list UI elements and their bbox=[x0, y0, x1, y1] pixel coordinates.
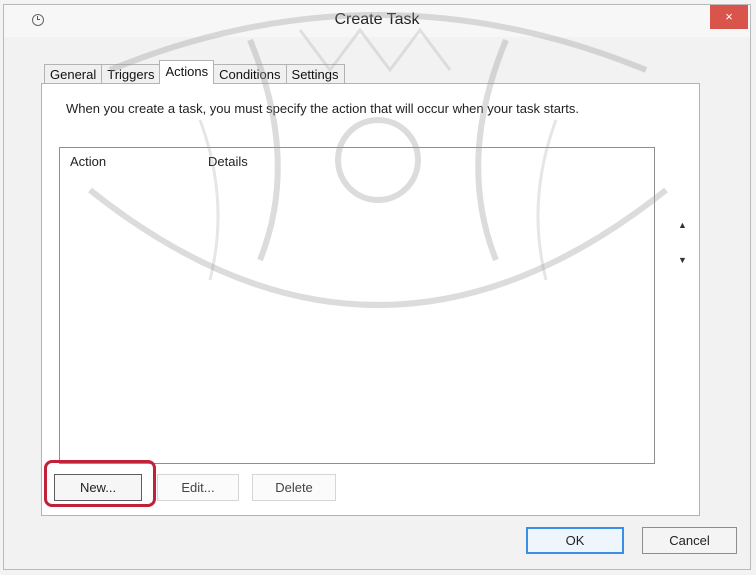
tab-general[interactable]: General bbox=[44, 64, 103, 84]
ok-button[interactable]: OK bbox=[526, 527, 624, 554]
tab-settings[interactable]: Settings bbox=[285, 64, 345, 84]
cancel-button[interactable]: Cancel bbox=[642, 527, 737, 554]
actions-tab-panel: When you create a task, you must specify… bbox=[41, 83, 700, 516]
close-button[interactable]: × bbox=[710, 5, 748, 29]
new-action-button[interactable]: New... bbox=[54, 474, 142, 501]
tab-triggers[interactable]: Triggers bbox=[101, 64, 161, 84]
window-title: Create Task bbox=[334, 11, 420, 28]
action-list[interactable]: Action Details bbox=[59, 147, 655, 464]
tab-actions[interactable]: Actions bbox=[159, 60, 215, 84]
instruction-text: When you create a task, you must specify… bbox=[66, 101, 580, 116]
tab-strip: General Triggers Actions Conditions Sett… bbox=[44, 60, 345, 84]
title-bar: Create Task × bbox=[4, 5, 750, 37]
column-header-details[interactable]: Details bbox=[208, 154, 248, 169]
edit-action-button[interactable]: Edit... bbox=[157, 474, 239, 501]
delete-action-button[interactable]: Delete bbox=[252, 474, 336, 501]
move-down-icon[interactable]: ▼ bbox=[678, 255, 687, 265]
column-header-action[interactable]: Action bbox=[70, 154, 106, 169]
tab-conditions[interactable]: Conditions bbox=[213, 64, 287, 84]
move-up-icon[interactable]: ▲ bbox=[678, 220, 687, 230]
